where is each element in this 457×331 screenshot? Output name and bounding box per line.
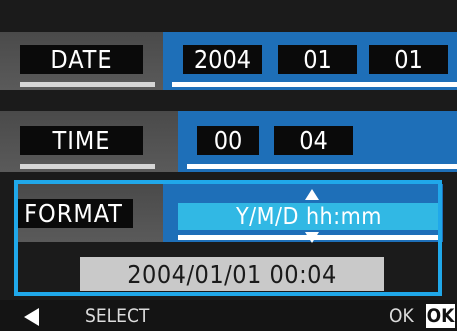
- time-row[interactable]: TIME 00 04: [0, 111, 457, 172]
- date-label: DATE: [20, 45, 143, 74]
- ok-button[interactable]: OK: [426, 304, 455, 328]
- time-minute-field[interactable]: 04: [274, 126, 353, 155]
- date-value-underline: [172, 82, 457, 87]
- time-label-underline: [20, 164, 155, 169]
- bottom-hint-bar: SELECT OK OK: [0, 300, 457, 331]
- left-arrow-icon[interactable]: [24, 308, 39, 326]
- date-row[interactable]: DATE 2004 01 01: [0, 32, 457, 90]
- date-month-field[interactable]: 01: [278, 45, 357, 74]
- selection-frame: [14, 180, 442, 296]
- date-day-field[interactable]: 01: [369, 45, 448, 74]
- time-label: TIME: [20, 126, 143, 155]
- time-hour-field[interactable]: 00: [197, 126, 259, 155]
- date-year-field[interactable]: 2004: [183, 45, 262, 74]
- time-value-underline: [187, 164, 457, 169]
- camera-settings-screen: DATE 2004 01 01 TIME 00 04 FORMAT Y/M/D …: [0, 0, 457, 331]
- ok-hint-label: OK: [389, 305, 414, 327]
- select-hint-label: SELECT: [85, 305, 150, 327]
- date-label-underline: [20, 82, 155, 87]
